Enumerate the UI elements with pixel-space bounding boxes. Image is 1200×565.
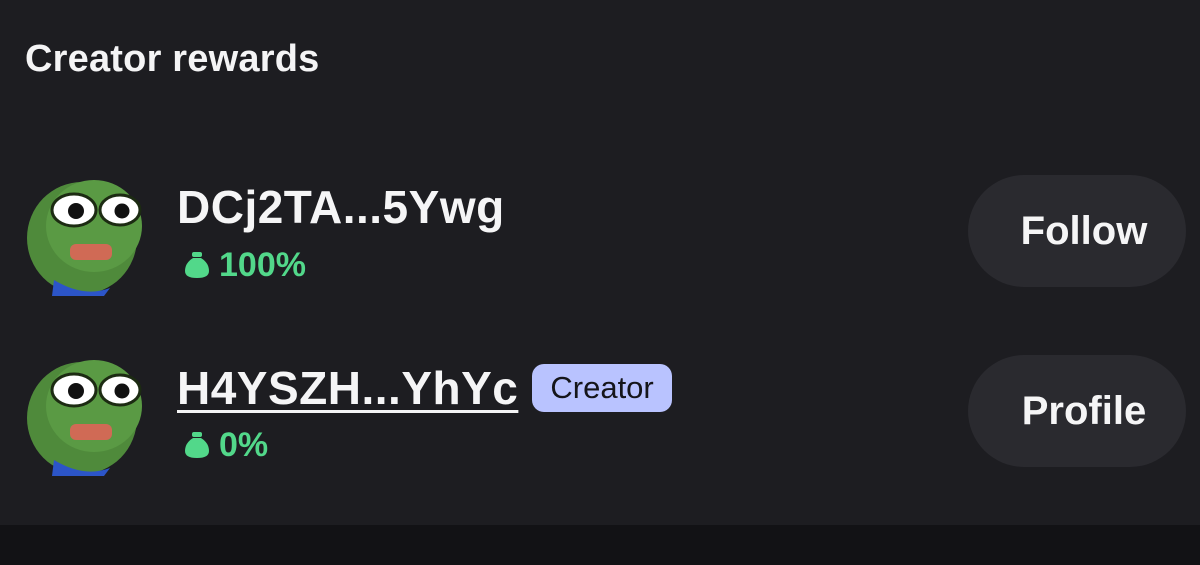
name-line: H4YSZH...YhYc Creator xyxy=(177,364,672,412)
creator-badge: Creator xyxy=(532,364,672,412)
creator-row: DCj2TA...5Ywg 100% Follow xyxy=(0,168,1200,298)
avatar[interactable] xyxy=(24,168,146,296)
creator-row: H4YSZH...YhYc Creator 0% Profile xyxy=(0,348,1200,478)
frog-avatar-icon xyxy=(27,180,142,296)
wallet-name[interactable]: DCj2TA...5Ywg xyxy=(177,184,505,230)
avatar[interactable] xyxy=(24,348,146,476)
creator-rewards-panel: Creator rewards DCj2TA...5Ywg 100% Follo… xyxy=(0,0,1200,525)
wallet-name-link[interactable]: H4YSZH...YhYc xyxy=(177,365,518,411)
reward-percent: 100% xyxy=(219,246,306,284)
bottom-strip xyxy=(0,525,1200,565)
money-bag-icon xyxy=(181,249,213,281)
profile-button[interactable]: Profile xyxy=(968,355,1186,467)
frog-avatar-icon xyxy=(27,360,142,476)
reward-percent: 0% xyxy=(219,426,269,464)
section-title: Creator rewards xyxy=(25,38,320,80)
reward-line: 100% xyxy=(181,248,306,282)
name-line: DCj2TA...5Ywg xyxy=(177,184,505,230)
reward-line: 0% xyxy=(181,428,268,462)
money-bag-icon xyxy=(181,429,213,461)
follow-button[interactable]: Follow xyxy=(968,175,1186,287)
